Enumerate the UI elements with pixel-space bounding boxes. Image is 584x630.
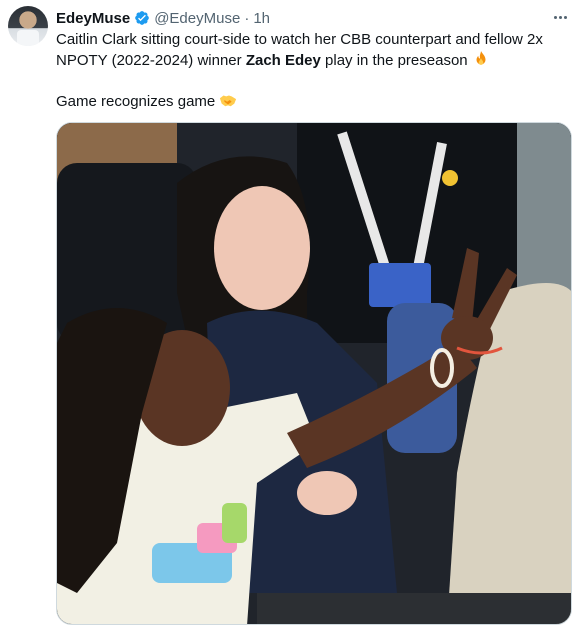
tweet-text: Caitlin Clark sitting court-side to watc… <box>56 30 572 112</box>
verified-icon <box>135 11 150 25</box>
credential-badge <box>369 263 431 307</box>
timestamp[interactable]: 1h <box>253 10 270 27</box>
tweet-text-part-2: play in the preseason <box>320 52 472 69</box>
tweet-text-line-2: Game recognizes game <box>56 93 220 110</box>
caitlin-hands <box>297 471 357 515</box>
handshake-emoji-icon <box>220 95 237 107</box>
tweet-paragraph-1: Caitlin Clark sitting court-side to watc… <box>56 30 572 71</box>
team-logo <box>442 170 458 186</box>
tweet-paragraph-2: Game recognizes game <box>56 91 572 112</box>
tweet[interactable]: EdeyMuse @EdeyMuse · 1h Caitlin Clark si… <box>0 0 584 630</box>
avatar[interactable] <box>8 6 48 46</box>
tweet-header: EdeyMuse @EdeyMuse · 1h <box>56 8 270 28</box>
tweet-photo[interactable] <box>56 122 572 625</box>
caitlin-face <box>214 186 310 310</box>
photo-illustration <box>57 123 571 624</box>
display-name[interactable]: EdeyMuse <box>56 10 130 27</box>
fire-emoji-icon <box>476 50 486 65</box>
separator-dot: · <box>244 9 250 27</box>
floor <box>257 593 571 624</box>
shirt-print-green <box>222 503 247 543</box>
person-right-striped <box>517 123 571 303</box>
avatar-jersey <box>17 30 39 46</box>
mention-zach-edey: Zach Edey <box>245 52 321 69</box>
handle[interactable]: @EdeyMuse <box>154 10 240 27</box>
more-options-icon[interactable] <box>550 8 570 26</box>
